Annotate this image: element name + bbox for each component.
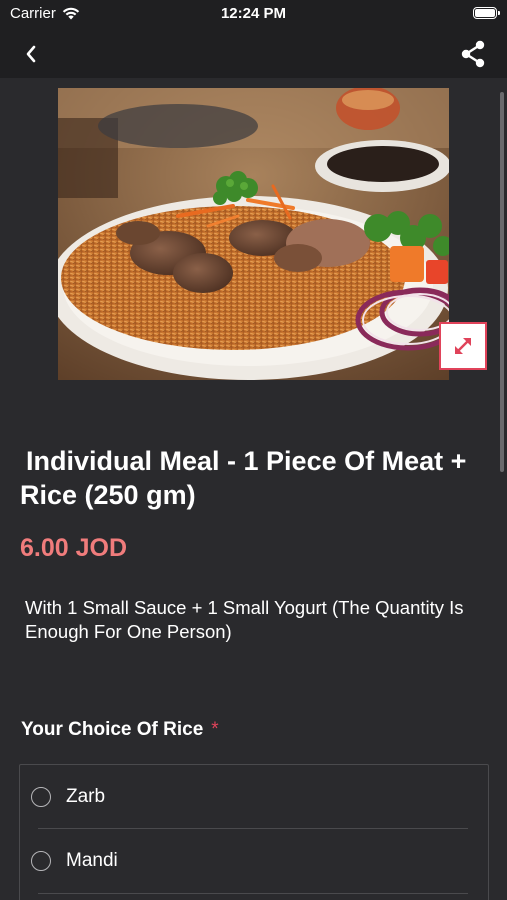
meal-photo <box>58 88 449 380</box>
share-icon <box>461 40 485 68</box>
status-time: 12:24 PM <box>220 5 287 22</box>
product-title: Individual Meal - 1 Piece Of Meat + Rice… <box>20 446 467 510</box>
scroll-indicator[interactable] <box>500 92 504 472</box>
rice-options-list: Zarb Mandi <box>19 764 489 900</box>
option-zarb[interactable]: Zarb <box>20 765 488 829</box>
required-indicator: * <box>211 719 219 740</box>
battery-icon <box>473 7 500 19</box>
product-detail-screen: Carrier 12:24 PM Individual Meal - 1 Pie… <box>0 0 507 900</box>
product-description: With 1 Small Sauce + 1 Small Yogurt (The… <box>25 597 464 642</box>
radio-button[interactable] <box>31 787 51 807</box>
share-button[interactable] <box>457 38 489 70</box>
product-price: 6.00 JOD <box>20 534 128 562</box>
rice-choice-label: Your Choice Of Rice <box>21 719 204 740</box>
status-bar: Carrier 12:24 PM <box>0 0 507 30</box>
product-image <box>58 88 449 380</box>
radio-button[interactable] <box>31 851 51 871</box>
navigation-bar <box>0 30 507 78</box>
expand-image-button[interactable] <box>439 322 487 370</box>
back-button[interactable] <box>16 39 46 69</box>
option-mandi[interactable]: Mandi <box>20 829 488 893</box>
expand-icon <box>455 338 471 354</box>
rice-choice-heading: Your Choice Of Rice * <box>21 719 219 741</box>
option-divider <box>38 893 468 894</box>
option-label: Mandi <box>66 850 118 871</box>
chevron-left-icon <box>26 45 36 63</box>
option-label: Zarb <box>66 786 106 807</box>
